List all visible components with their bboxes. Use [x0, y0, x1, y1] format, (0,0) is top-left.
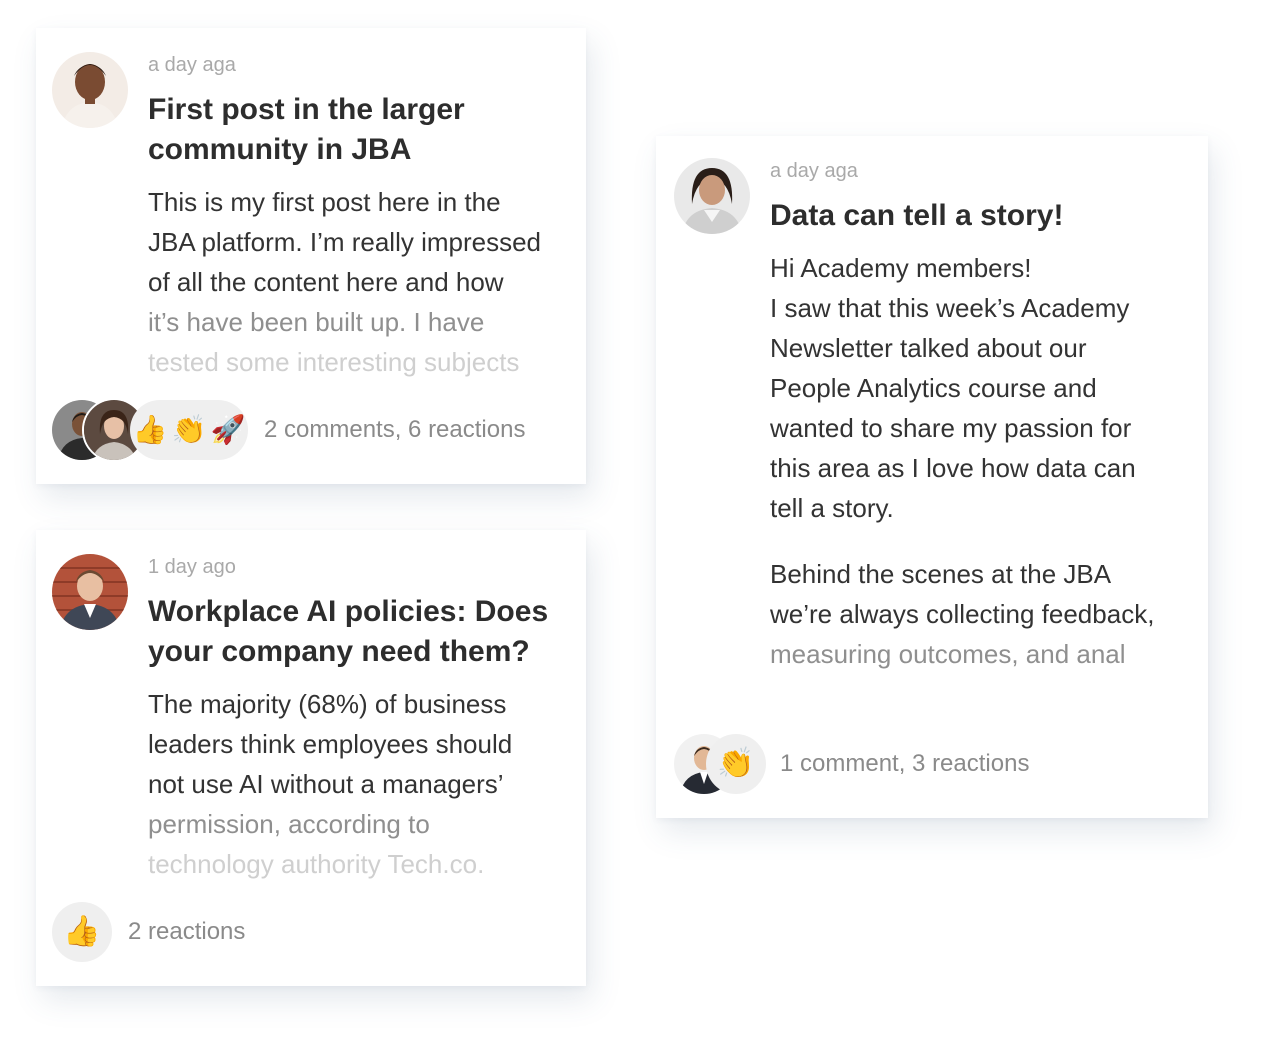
post-excerpt-line: The majority (68%) of business: [148, 689, 507, 719]
post-excerpt-line: wanted to share my passion for: [770, 413, 1132, 443]
post-title[interactable]: Data can tell a story!: [770, 196, 1190, 236]
post-title[interactable]: First post in the larger community in JB…: [148, 90, 568, 170]
post-excerpt-line: of all the content here and how: [148, 267, 504, 297]
post-excerpt-line: this area as I love how data can: [770, 453, 1136, 483]
post-excerpt-line: leaders think employees should: [148, 729, 513, 759]
thumbs-up-icon: 👍: [63, 915, 101, 948]
post-excerpt-line: it’s have been built up. I have: [148, 307, 485, 337]
post-excerpt-line: we’re always collecting feedback,: [770, 599, 1155, 629]
post-excerpt-line: Newsletter talked about our: [770, 333, 1087, 363]
clapping-hands-icon: 👏: [171, 414, 207, 445]
post-excerpt-line: I saw that this week’s Academy: [770, 293, 1130, 323]
author-avatar[interactable]: [52, 554, 128, 630]
post-title-line: First post in the larger: [148, 93, 465, 126]
post-excerpt-line: tested some interesting subjects: [148, 347, 520, 377]
post-excerpt-line: technology authority Tech.co.: [148, 849, 485, 879]
post-excerpt-line: permission, according to: [148, 809, 430, 839]
post-title-line: your company need them?: [148, 635, 530, 668]
engagement-summary[interactable]: 2 comments, 6 reactions: [264, 416, 525, 444]
post-excerpt-line: JBA platform. I’m really impressed: [148, 227, 542, 257]
post-title-line: Workplace AI policies: Does: [148, 595, 549, 628]
author-avatar[interactable]: [674, 158, 750, 234]
post-excerpt-line: measuring outcomes, and anal: [770, 639, 1126, 669]
post-card[interactable]: a day aga Data can tell a story! Hi Acad…: [656, 136, 1208, 818]
post-timestamp: a day aga: [770, 160, 858, 182]
reactions-pill[interactable]: 👍: [52, 902, 112, 962]
post-card[interactable]: 1 day ago Workplace AI policies: Does yo…: [36, 530, 586, 986]
engagement-summary[interactable]: 1 comment, 3 reactions: [780, 750, 1029, 778]
engagement-summary[interactable]: 2 reactions: [128, 918, 245, 946]
post-excerpt: Hi Academy members! I saw that this week…: [770, 248, 1200, 688]
post-title-line: community in JBA: [148, 133, 412, 166]
thumbs-up-icon: 👍: [132, 414, 168, 445]
rocket-icon: 🚀: [210, 414, 246, 445]
post-excerpt-line: Behind the scenes at the JBA: [770, 559, 1112, 589]
post-excerpt-line: tell a story.: [770, 493, 894, 523]
clapping-hands-icon: 👏: [717, 747, 755, 780]
post-timestamp: a day aga: [148, 54, 236, 76]
reactions-pill[interactable]: 👍 👏 🚀: [130, 400, 248, 460]
post-excerpt-line: This is my first post here in the: [148, 187, 501, 217]
post-title[interactable]: Workplace AI policies: Does your company…: [148, 592, 578, 672]
post-excerpt: The majority (68%) of business leaders t…: [148, 684, 578, 884]
post-excerpt-line: not use AI without a managers’: [148, 769, 504, 799]
post-excerpt-line: Hi Academy members!: [770, 253, 1032, 283]
post-card[interactable]: a day aga First post in the larger commu…: [36, 28, 586, 484]
reactions-pill[interactable]: 👏: [706, 734, 766, 794]
author-avatar[interactable]: [52, 52, 128, 128]
post-excerpt: This is my first post here in the JBA pl…: [148, 182, 578, 382]
post-excerpt-line: People Analytics course and: [770, 373, 1097, 403]
post-timestamp: 1 day ago: [148, 556, 236, 578]
